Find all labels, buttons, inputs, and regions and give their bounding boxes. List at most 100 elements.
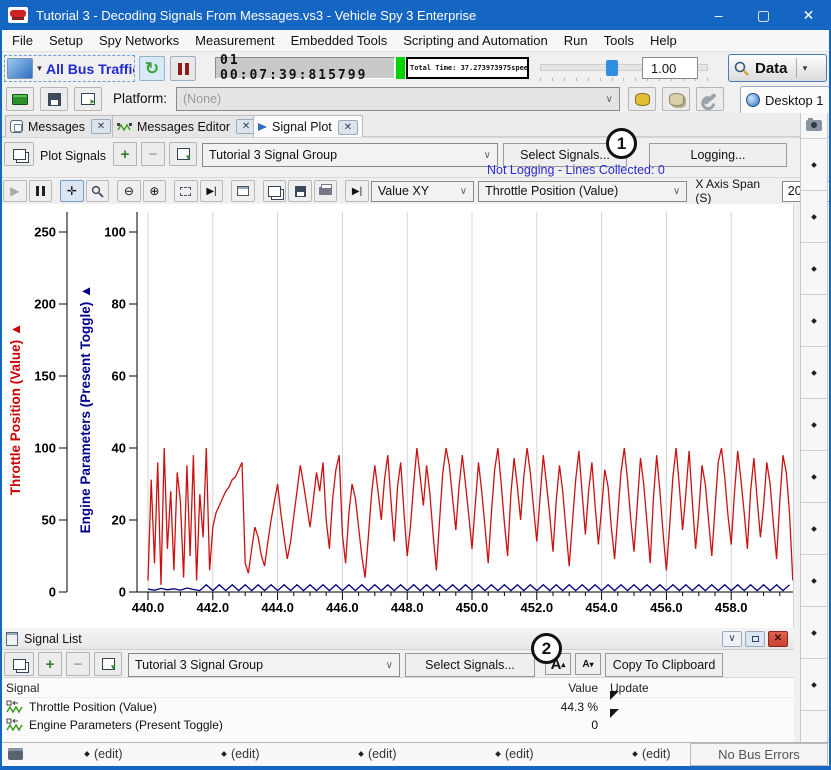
- tab-messages[interactable]: Messages ✕: [5, 115, 116, 137]
- fit-x-button[interactable]: ▶|: [200, 180, 224, 202]
- copy-plot-button[interactable]: [263, 180, 287, 202]
- data-button[interactable]: Data ▾: [728, 54, 827, 82]
- add-signal-button[interactable]: +: [113, 142, 137, 166]
- signal-list-export-button[interactable]: [94, 652, 122, 676]
- docked-panel-handle[interactable]: [801, 607, 827, 659]
- zoom-in-button[interactable]: ⊕: [143, 180, 167, 202]
- column-signal[interactable]: Signal: [0, 681, 560, 695]
- signal-list-group-value: Tutorial 3 Signal Group: [135, 658, 263, 672]
- menu-item-scripting-and-automation[interactable]: Scripting and Automation: [395, 31, 556, 50]
- signal-list-remove-button[interactable]: −: [66, 652, 90, 676]
- export-group-button[interactable]: [169, 142, 197, 166]
- zoom-out-button[interactable]: ⊖: [117, 180, 141, 202]
- column-value[interactable]: Value: [560, 681, 598, 695]
- signal-list-select-signals-button[interactable]: Select Signals...: [405, 653, 535, 677]
- plot-signals-menu-button[interactable]: [4, 142, 34, 166]
- docked-panel-handle[interactable]: [801, 347, 827, 399]
- font-decrease-button[interactable]: A▾: [575, 653, 601, 675]
- docked-panel-handle[interactable]: [801, 659, 827, 711]
- status-edit-slot[interactable]: (edit): [359, 747, 396, 761]
- tools-button[interactable]: [696, 87, 724, 111]
- plot-pause-button[interactable]: [29, 180, 53, 202]
- save-plot-button[interactable]: [288, 180, 312, 202]
- slider-thumb[interactable]: [606, 60, 618, 76]
- bus-mode-icon[interactable]: [7, 58, 33, 79]
- menu-item-file[interactable]: File: [4, 31, 41, 50]
- column-update[interactable]: Update: [598, 681, 649, 695]
- maximize-button[interactable]: ▢: [741, 0, 786, 30]
- signal-table: Signal Value Update Throttle Position (V…: [0, 678, 794, 734]
- docked-panel-handle[interactable]: [801, 399, 827, 451]
- docked-panel-handle[interactable]: [801, 139, 827, 191]
- zoom-cursor-button[interactable]: [86, 180, 110, 202]
- signal-group-select[interactable]: Tutorial 3 Signal Group ∨: [202, 143, 498, 167]
- tab-signal-plot-close-icon[interactable]: ✕: [338, 120, 358, 135]
- logging-button[interactable]: Logging...: [649, 143, 787, 167]
- platform-select[interactable]: (None) ∨: [176, 87, 620, 111]
- menu-item-help[interactable]: Help: [642, 31, 685, 50]
- plot-properties-button[interactable]: [231, 180, 255, 202]
- pause-button[interactable]: [170, 56, 196, 81]
- docked-panel-handle[interactable]: [801, 503, 827, 555]
- table-row[interactable]: Engine Parameters (Present Toggle) 0: [0, 716, 794, 734]
- desktop-tab[interactable]: Desktop 1: [740, 86, 830, 113]
- signal-list-header[interactable]: Signal List ∨ ✕: [0, 628, 794, 650]
- close-button[interactable]: ✕: [786, 0, 831, 30]
- status-edit-slot[interactable]: (edit): [496, 747, 533, 761]
- tab-signal-plot[interactable]: Signal Plot ✕: [253, 115, 363, 138]
- pan-button[interactable]: ✛: [60, 180, 84, 202]
- plot-mode-select[interactable]: Value XY∨: [371, 181, 474, 202]
- magnifier-icon: [91, 185, 104, 198]
- menu-item-embedded-tools[interactable]: Embedded Tools: [283, 31, 396, 50]
- save-setup-button[interactable]: [40, 87, 68, 111]
- plot-signal-select[interactable]: Throttle Position (Value)∨: [478, 181, 687, 202]
- svg-text:100: 100: [104, 225, 126, 240]
- data-dropdown-arrow[interactable]: ▾: [799, 63, 812, 74]
- minimize-button[interactable]: –: [696, 0, 741, 30]
- signal-list-add-button[interactable]: +: [38, 652, 62, 676]
- axis-mode-button[interactable]: ▶|: [345, 180, 369, 202]
- signal-plot-chart[interactable]: 050100150200250020406080100440.0442.0444…: [0, 204, 794, 628]
- docked-panel-handle[interactable]: [801, 295, 827, 347]
- save-icon: [295, 186, 306, 197]
- update-flag-icon[interactable]: [610, 709, 619, 732]
- copy-to-clipboard-button[interactable]: Copy To Clipboard: [605, 653, 723, 677]
- chevron-down-icon[interactable]: ▾: [33, 63, 46, 74]
- menu-item-spy-networks[interactable]: Spy Networks: [91, 31, 187, 50]
- panel-close-button[interactable]: ✕: [768, 631, 788, 647]
- print-plot-button[interactable]: [314, 180, 338, 202]
- hardware-button[interactable]: [6, 87, 34, 111]
- status-edit-slot[interactable]: (edit): [222, 747, 259, 761]
- signal-list-menu-button[interactable]: [4, 652, 34, 676]
- signal-list-group-select[interactable]: Tutorial 3 Signal Group ∨: [128, 653, 400, 677]
- screenshot-button[interactable]: [801, 113, 827, 139]
- menu-item-setup[interactable]: Setup: [41, 31, 91, 50]
- panel-menu-button[interactable]: ∨: [722, 631, 742, 647]
- speed-value-field[interactable]: 1.00: [642, 57, 698, 79]
- docked-panel-handle[interactable]: [801, 555, 827, 607]
- docked-panel-handle[interactable]: [801, 451, 827, 503]
- docked-panel-handle[interactable]: [801, 243, 827, 295]
- playback-button[interactable]: [74, 87, 102, 111]
- refresh-button[interactable]: ↻: [139, 56, 165, 81]
- chart-canvas[interactable]: 050100150200250020406080100440.0442.0444…: [0, 204, 794, 628]
- plot-play-button[interactable]: ▶: [3, 180, 27, 202]
- svg-text:80: 80: [112, 297, 126, 312]
- menu-item-run[interactable]: Run: [556, 31, 596, 50]
- status-edit-slot[interactable]: (edit): [85, 747, 122, 761]
- panel-restore-button[interactable]: [745, 631, 765, 647]
- signal-group-value: Tutorial 3 Signal Group: [209, 148, 337, 162]
- menu-item-tools[interactable]: Tools: [596, 31, 642, 50]
- remove-signal-button[interactable]: −: [141, 142, 165, 166]
- database-copy-button[interactable]: [662, 87, 690, 111]
- tab-messages-close-icon[interactable]: ✕: [91, 119, 111, 134]
- bus-mode-selector[interactable]: ▾ All Bus Traffic: [4, 55, 135, 82]
- database-button[interactable]: [628, 87, 656, 111]
- tab-messages-editor[interactable]: Messages Editor ✕: [112, 115, 261, 137]
- table-row[interactable]: Throttle Position (Value) 44.3 %: [0, 698, 794, 716]
- zoom-box-button[interactable]: [174, 180, 198, 202]
- status-edit-slot[interactable]: (edit): [633, 747, 670, 761]
- menu-item-measurement[interactable]: Measurement: [187, 31, 282, 50]
- plot-signals-bar: Plot Signals + − Tutorial 3 Signal Group…: [0, 137, 831, 177]
- docked-panel-handle[interactable]: [801, 191, 827, 243]
